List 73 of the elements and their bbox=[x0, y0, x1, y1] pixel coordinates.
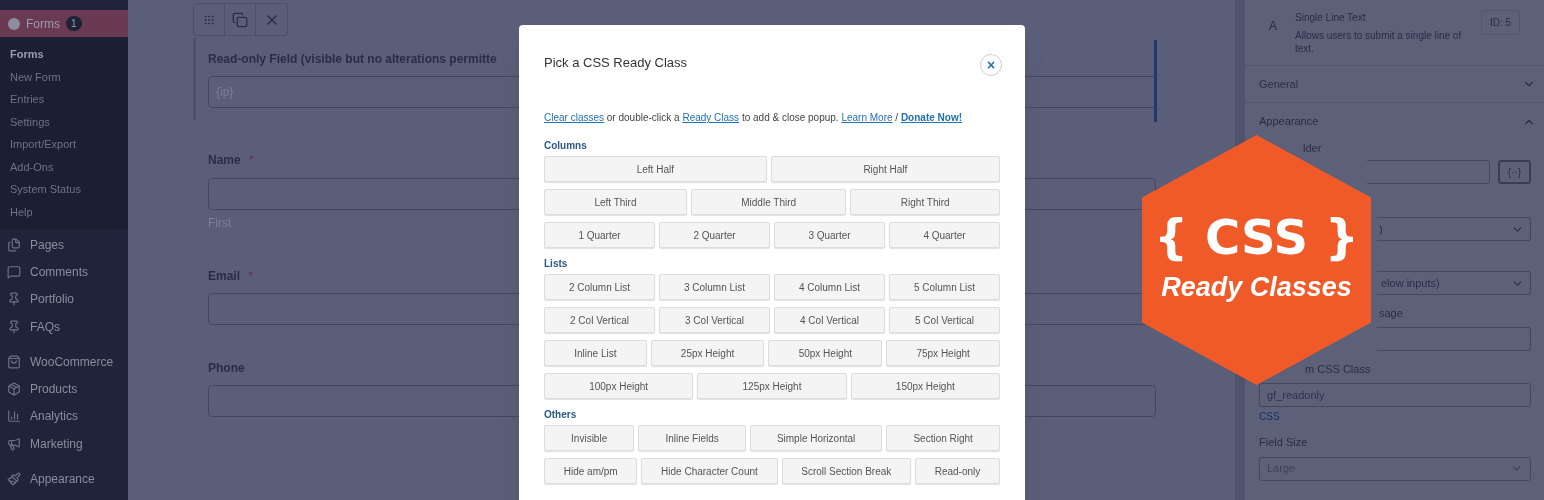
modal-title: Pick a CSS Ready Class bbox=[544, 54, 688, 73]
class-button[interactable]: Inline Fields bbox=[638, 425, 746, 451]
class-button[interactable]: 4 Column List bbox=[774, 274, 885, 300]
class-button[interactable]: 2 Column List bbox=[544, 274, 655, 300]
class-button[interactable]: 3 Column List bbox=[659, 274, 770, 300]
class-button[interactable]: 3 Quarter bbox=[774, 222, 885, 248]
class-button[interactable]: 2 Quarter bbox=[659, 222, 770, 248]
paintbrush-icon bbox=[7, 472, 21, 486]
badge-subtitle: Ready Classes bbox=[1161, 270, 1352, 304]
sidebar-menu-item[interactable]: WooCommerce bbox=[0, 348, 128, 376]
shopping-bag-icon bbox=[7, 354, 21, 369]
link[interactable]: Ready Class bbox=[682, 112, 740, 123]
class-button[interactable]: 4 Quarter bbox=[889, 222, 1000, 248]
pages-icon bbox=[7, 237, 21, 252]
link[interactable]: Learn More bbox=[841, 112, 893, 123]
box-icon bbox=[7, 382, 21, 397]
class-button[interactable]: Invisible bbox=[544, 425, 635, 451]
class-button[interactable]: 75px Height bbox=[886, 340, 1000, 366]
placeholder-input[interactable] bbox=[1367, 160, 1490, 184]
copy-icon bbox=[232, 11, 248, 28]
submenu-item[interactable]: Settings bbox=[0, 110, 128, 133]
class-button[interactable]: Right Half bbox=[770, 156, 1000, 182]
sidebar-menu-item[interactable]: Analytics bbox=[0, 402, 128, 431]
section-heading: Lists bbox=[544, 257, 569, 271]
class-button[interactable]: 3 Col Vertical bbox=[659, 307, 770, 333]
sidebar-menu-item[interactable]: Portfolio bbox=[0, 285, 128, 313]
class-button[interactable]: 2 Col Vertical bbox=[544, 307, 655, 333]
class-button[interactable]: 4 Col Vertical bbox=[774, 307, 885, 333]
speech-bubble-icon bbox=[7, 264, 21, 279]
class-button[interactable]: Read-only bbox=[915, 458, 1000, 484]
pin-icon bbox=[7, 292, 21, 307]
class-button[interactable]: Inline List bbox=[544, 340, 647, 366]
section-heading: Others bbox=[544, 408, 578, 422]
class-button[interactable]: 5 Col Vertical bbox=[889, 307, 1000, 333]
required-asterisk: * bbox=[248, 151, 254, 169]
class-button[interactable]: Left Half bbox=[544, 156, 767, 182]
required-asterisk: * bbox=[248, 266, 254, 285]
submenu-item[interactable]: Forms bbox=[0, 43, 128, 66]
class-button[interactable]: Right Third bbox=[850, 189, 1000, 215]
megaphone-icon bbox=[7, 436, 21, 451]
class-button[interactable]: Middle Third bbox=[690, 189, 847, 215]
pin-icon bbox=[7, 319, 21, 334]
class-button[interactable]: 50px Height bbox=[768, 340, 883, 366]
intro-text: Clear classes or double-click a Ready Class to add & close popup. Learn More / Donate Now! bbox=[544, 111, 963, 125]
sidebar-menu-item[interactable]: FAQs bbox=[0, 312, 128, 341]
sidebar-menu-item[interactable]: Comments bbox=[0, 258, 128, 286]
class-button[interactable]: Left Third bbox=[544, 189, 687, 215]
bar-chart-icon bbox=[7, 409, 21, 424]
drag-icon bbox=[203, 13, 215, 26]
class-button[interactable]: Simple Horizontal bbox=[749, 425, 883, 451]
class-button[interactable]: 100px Height bbox=[544, 373, 694, 399]
class-button[interactable]: Section Right bbox=[886, 425, 1000, 451]
submenu-item[interactable]: New Form bbox=[0, 65, 128, 88]
sidebar-menu-item[interactable]: Forms 1 bbox=[0, 10, 128, 37]
badge-title: { CSS } bbox=[1154, 212, 1359, 261]
class-button[interactable]: 1 Quarter bbox=[544, 222, 655, 248]
link[interactable]: Clear classes bbox=[544, 112, 605, 123]
sidebar-menu-item[interactable]: Marketing bbox=[0, 430, 128, 458]
text-input[interactable] bbox=[1377, 327, 1531, 351]
section-heading: Columns bbox=[544, 139, 588, 153]
link[interactable]: Donate Now! bbox=[900, 112, 962, 123]
class-button[interactable]: 5 Column List bbox=[889, 274, 1000, 300]
class-button[interactable]: Scroll Section Break bbox=[781, 458, 911, 484]
sidebar-menu-item[interactable]: Products bbox=[0, 375, 128, 403]
sidebar-menu-item[interactable]: Pages bbox=[0, 231, 128, 259]
sidebar-menu-item[interactable]: Appearance bbox=[0, 465, 128, 493]
class-button[interactable]: Hide Character Count bbox=[641, 458, 778, 484]
class-button[interactable]: 125px Height bbox=[697, 373, 847, 399]
class-button[interactable]: 25px Height bbox=[650, 340, 765, 366]
forms-icon bbox=[8, 17, 20, 30]
class-button[interactable]: 150px Height bbox=[850, 373, 1000, 399]
class-button[interactable]: Hide am/pm bbox=[544, 458, 638, 484]
count-badge: 1 bbox=[66, 16, 82, 31]
